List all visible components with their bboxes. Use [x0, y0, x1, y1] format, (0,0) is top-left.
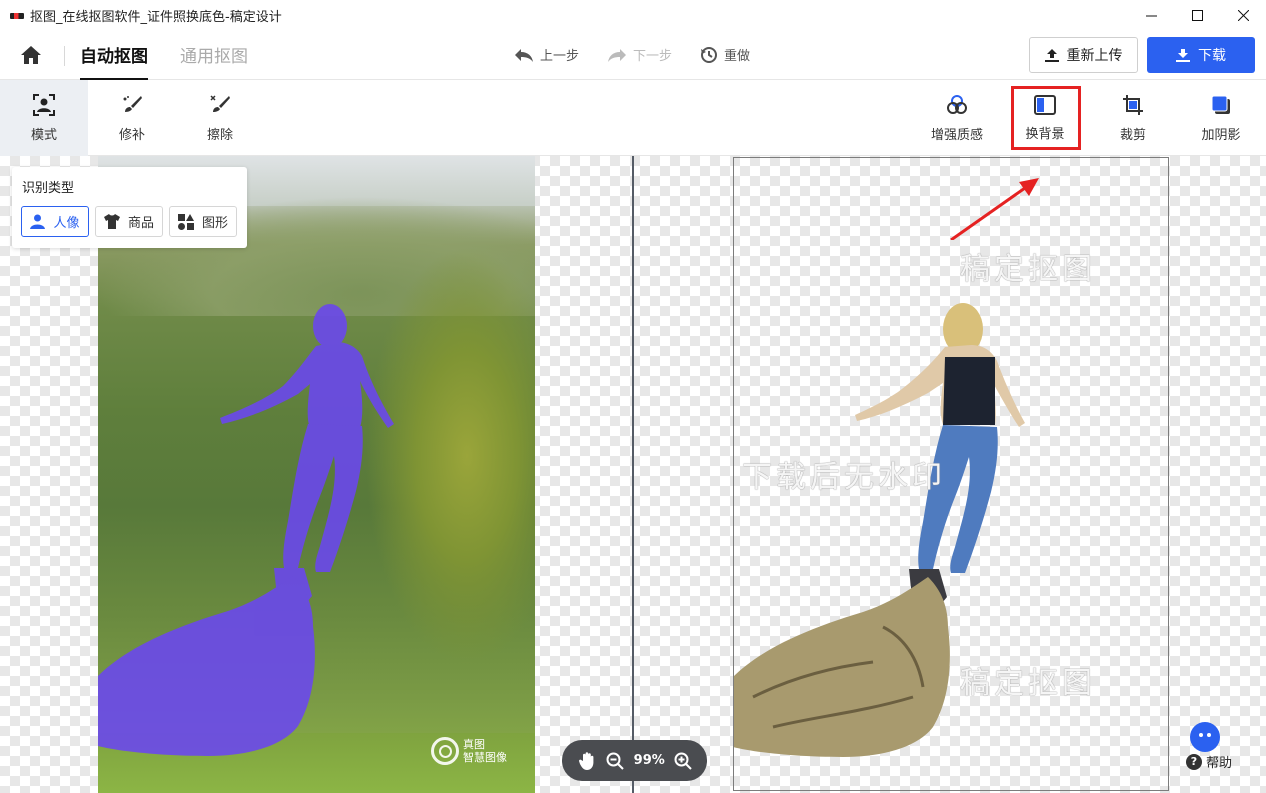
watermark-bottom: 稿定抠图: [960, 666, 1096, 701]
red-arrow-annotation: [950, 178, 1039, 240]
tool-enhance-label: 增强质感: [930, 127, 983, 143]
type-option-portrait-label: 人像: [53, 216, 80, 231]
home-icon: [21, 46, 41, 64]
type-option-portrait[interactable]: 人像: [21, 206, 89, 237]
window-title: 抠图_在线抠图软件_证件照换底色-稿定设计: [30, 10, 282, 25]
source-logo-icon: [431, 737, 459, 765]
zoom-controls: 99%: [562, 740, 707, 781]
tool-crop-label: 裁剪: [1119, 127, 1146, 143]
tool-add-shadow[interactable]: 加阴影: [1177, 80, 1265, 156]
tshirt-icon: [103, 214, 120, 229]
close-button[interactable]: [1220, 0, 1266, 31]
reupload-button[interactable]: 重新上传: [1029, 37, 1138, 73]
app-logo-icon: [10, 12, 24, 19]
recognition-type-panel: 识别类型 人像 商品 图形: [12, 167, 247, 248]
tool-crop[interactable]: 裁剪: [1089, 80, 1177, 156]
close-icon: [1237, 10, 1249, 21]
zoom-in-icon[interactable]: [674, 752, 692, 770]
zoom-out-icon[interactable]: [606, 752, 624, 770]
source-logo-line1: 真图: [463, 738, 485, 751]
undo-icon: [515, 48, 533, 62]
tab-auto-cutout[interactable]: 自动抠图: [80, 42, 148, 80]
tool-add-shadow-label: 加阴影: [1201, 127, 1241, 143]
tool-enhance[interactable]: 增强质感: [913, 80, 1001, 156]
window-titlebar: 抠图_在线抠图软件_证件照换底色-稿定设计: [0, 0, 1266, 31]
redo-label: 下一步: [633, 49, 673, 64]
highlight-annotation-box: [1011, 86, 1081, 150]
download-label: 下载: [1198, 48, 1226, 64]
tool-repair[interactable]: 修补: [88, 80, 176, 156]
watermark-top: 稿定抠图: [960, 252, 1096, 287]
upload-icon: [1044, 48, 1059, 62]
reset-button[interactable]: 重做: [700, 45, 750, 64]
header-divider: [64, 46, 65, 66]
help-button[interactable]: ? 帮助: [1186, 752, 1232, 771]
source-photo-logo: 真图 智慧图像: [431, 737, 507, 765]
assistant-bot-icon[interactable]: [1190, 722, 1220, 752]
download-button[interactable]: 下载: [1147, 37, 1255, 73]
redo-icon: [608, 48, 626, 62]
reset-label: 重做: [724, 49, 751, 64]
type-option-product-label: 商品: [127, 216, 154, 231]
enhance-icon: [947, 94, 967, 114]
minimize-button[interactable]: [1128, 0, 1174, 31]
help-icon: ?: [1186, 753, 1202, 770]
shapes-icon: [177, 213, 194, 230]
undo-button[interactable]: 上一步: [514, 45, 579, 64]
brush-icon: [123, 95, 142, 112]
portrait-mask-overlay: [98, 304, 394, 756]
app-header: 自动抠图 通用抠图 上一步 下一步 重做 重新上传 下载: [0, 31, 1266, 80]
type-option-graphic-label: 图形: [201, 216, 228, 231]
eraser-icon: [210, 94, 230, 112]
compare-divider[interactable]: [632, 156, 634, 793]
tool-repair-label: 修补: [118, 127, 145, 143]
tool-erase[interactable]: 擦除: [176, 80, 264, 156]
crop-icon: [1123, 94, 1143, 115]
shadow-icon: [1211, 95, 1230, 114]
history-icon: [701, 46, 717, 63]
recognition-type-title: 识别类型: [22, 181, 75, 196]
tool-mode[interactable]: 模式: [0, 80, 88, 156]
watermark-middle: 下载后无水印: [742, 460, 946, 495]
maximize-icon: [1191, 10, 1203, 21]
redo-button[interactable]: 下一步: [607, 45, 672, 64]
undo-label: 上一步: [540, 49, 580, 64]
reupload-label: 重新上传: [1066, 48, 1123, 64]
minimize-icon: [1145, 15, 1157, 17]
help-label: 帮助: [1206, 756, 1233, 771]
source-logo-line2: 智慧图像: [463, 751, 507, 764]
person-icon: [30, 214, 46, 229]
editor-canvas[interactable]: 稿定抠图 下载后无水印 稿定抠图: [0, 156, 1266, 793]
original-image: [98, 156, 535, 793]
maximize-button[interactable]: [1174, 0, 1220, 31]
type-option-graphic[interactable]: 图形: [169, 206, 237, 237]
home-button[interactable]: [18, 43, 44, 67]
type-option-product[interactable]: 商品: [95, 206, 163, 237]
zoom-level: 99%: [633, 753, 665, 768]
hand-pan-icon[interactable]: [577, 751, 597, 771]
tab-general-cutout[interactable]: 通用抠图: [180, 42, 248, 80]
tool-mode-label: 模式: [30, 127, 57, 143]
window-controls: [1128, 0, 1266, 31]
download-icon: [1176, 48, 1190, 62]
portrait-mode-icon: [33, 93, 55, 116]
tool-erase-label: 擦除: [206, 127, 233, 143]
